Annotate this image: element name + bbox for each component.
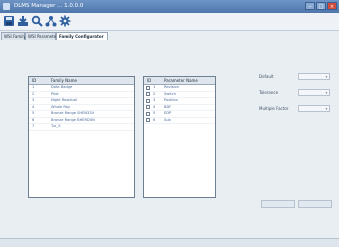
parameter-name-header: Parameter Name: [164, 78, 198, 83]
family-name-header: Family Name: [51, 78, 77, 83]
default-label: Default: [259, 74, 274, 79]
row-id: 1: [153, 85, 156, 89]
row-name: Data Badge: [51, 85, 73, 89]
row-id: 6: [153, 117, 156, 122]
row-name: BDF: [164, 104, 172, 109]
parameter-grid-header: ID Parameter Name: [144, 77, 215, 85]
parameter-id-header: ID: [147, 78, 152, 83]
spin-arrow-icon[interactable]: ▾: [324, 106, 329, 111]
row-name: Bronze Range BHERD0N: [51, 117, 95, 122]
row-id: 4: [153, 104, 156, 109]
row-name: EDP: [164, 111, 172, 115]
maximize-button[interactable]: □: [316, 2, 326, 10]
left-action-button[interactable]: [261, 200, 295, 208]
row-id: 6: [32, 117, 35, 122]
parameter-checkbox[interactable]: [146, 98, 150, 103]
row-name: Position: [164, 98, 178, 102]
tolerance-label: Tolerance: [259, 90, 279, 95]
window-title: DLMS Manager ... 1.0.0.0: [14, 3, 84, 9]
network-icon[interactable]: [45, 15, 57, 27]
row-id: 2: [153, 91, 156, 96]
spin-arrow-icon[interactable]: ▾: [324, 90, 329, 95]
tolerance-field[interactable]: ▾: [298, 89, 330, 96]
row-id: 3: [153, 98, 156, 102]
download-icon[interactable]: [17, 15, 29, 27]
row-name: Pilot: [51, 91, 59, 96]
status-bar: [0, 238, 339, 247]
minimize-button[interactable]: –: [305, 2, 315, 10]
parameter-checkbox[interactable]: [146, 105, 150, 110]
parameter-checkbox[interactable]: [146, 92, 150, 97]
right-action-button[interactable]: [298, 200, 332, 208]
configurator-panel: ID Family Name 1 Data Badge 2 Pilot 3 Ni…: [0, 40, 339, 247]
title-bar[interactable]: DLMS Manager ... 1.0.0.0 – □ ×: [0, 0, 339, 13]
row-name: Night Residual: [51, 98, 77, 102]
tab-wsi-family[interactable]: WSI Family: [1, 32, 26, 40]
settings-icon[interactable]: [59, 15, 71, 27]
app-icon: [3, 3, 10, 10]
row-id: 2: [32, 91, 35, 96]
row-id: 7: [32, 124, 35, 128]
family-grid[interactable]: ID Family Name 1 Data Badge 2 Pilot 3 Ni…: [28, 76, 135, 198]
row-id: 4: [32, 104, 35, 109]
row-id: 5: [32, 111, 35, 115]
parameter-checkbox[interactable]: [146, 111, 150, 116]
app-window: DLMS Manager ... 1.0.0.0 – □ × WSI Famil…: [0, 0, 339, 247]
family-grid-header: ID Family Name: [29, 77, 134, 85]
toolbar: [0, 13, 339, 31]
window-controls: – □ ×: [305, 2, 337, 10]
search-icon[interactable]: [31, 15, 43, 27]
family-id-header: ID: [32, 78, 37, 83]
default-field[interactable]: ▾: [298, 73, 330, 80]
row-name: Revision: [164, 85, 180, 89]
save-icon[interactable]: [3, 15, 15, 27]
parameter-checkbox[interactable]: [146, 118, 150, 123]
row-name: Whale Ray: [51, 104, 71, 109]
row-name: Bronze Range SHEN334: [51, 111, 94, 115]
row-id: 1: [32, 85, 35, 89]
parameter-grid[interactable]: ID Parameter Name 1 Revision 2 Switch 3 …: [143, 76, 216, 198]
multiple-factor-field[interactable]: ▾: [298, 105, 330, 112]
multiple-factor-label: Multiple Factor: [259, 106, 289, 111]
table-row[interactable]: 6 Sub: [144, 117, 215, 124]
spin-arrow-icon[interactable]: ▾: [324, 74, 329, 79]
row-id: 3: [32, 98, 35, 102]
row-name: Sub: [164, 117, 171, 122]
close-button[interactable]: ×: [327, 2, 337, 10]
parameter-checkbox[interactable]: [146, 85, 150, 90]
row-name: Switch: [164, 91, 176, 96]
row-id: 5: [153, 111, 156, 115]
tab-wsi-parameter[interactable]: WSI Parameter: [25, 32, 58, 40]
table-row[interactable]: 7 Tur_S: [29, 124, 134, 131]
row-name: Tur_S: [51, 124, 61, 128]
